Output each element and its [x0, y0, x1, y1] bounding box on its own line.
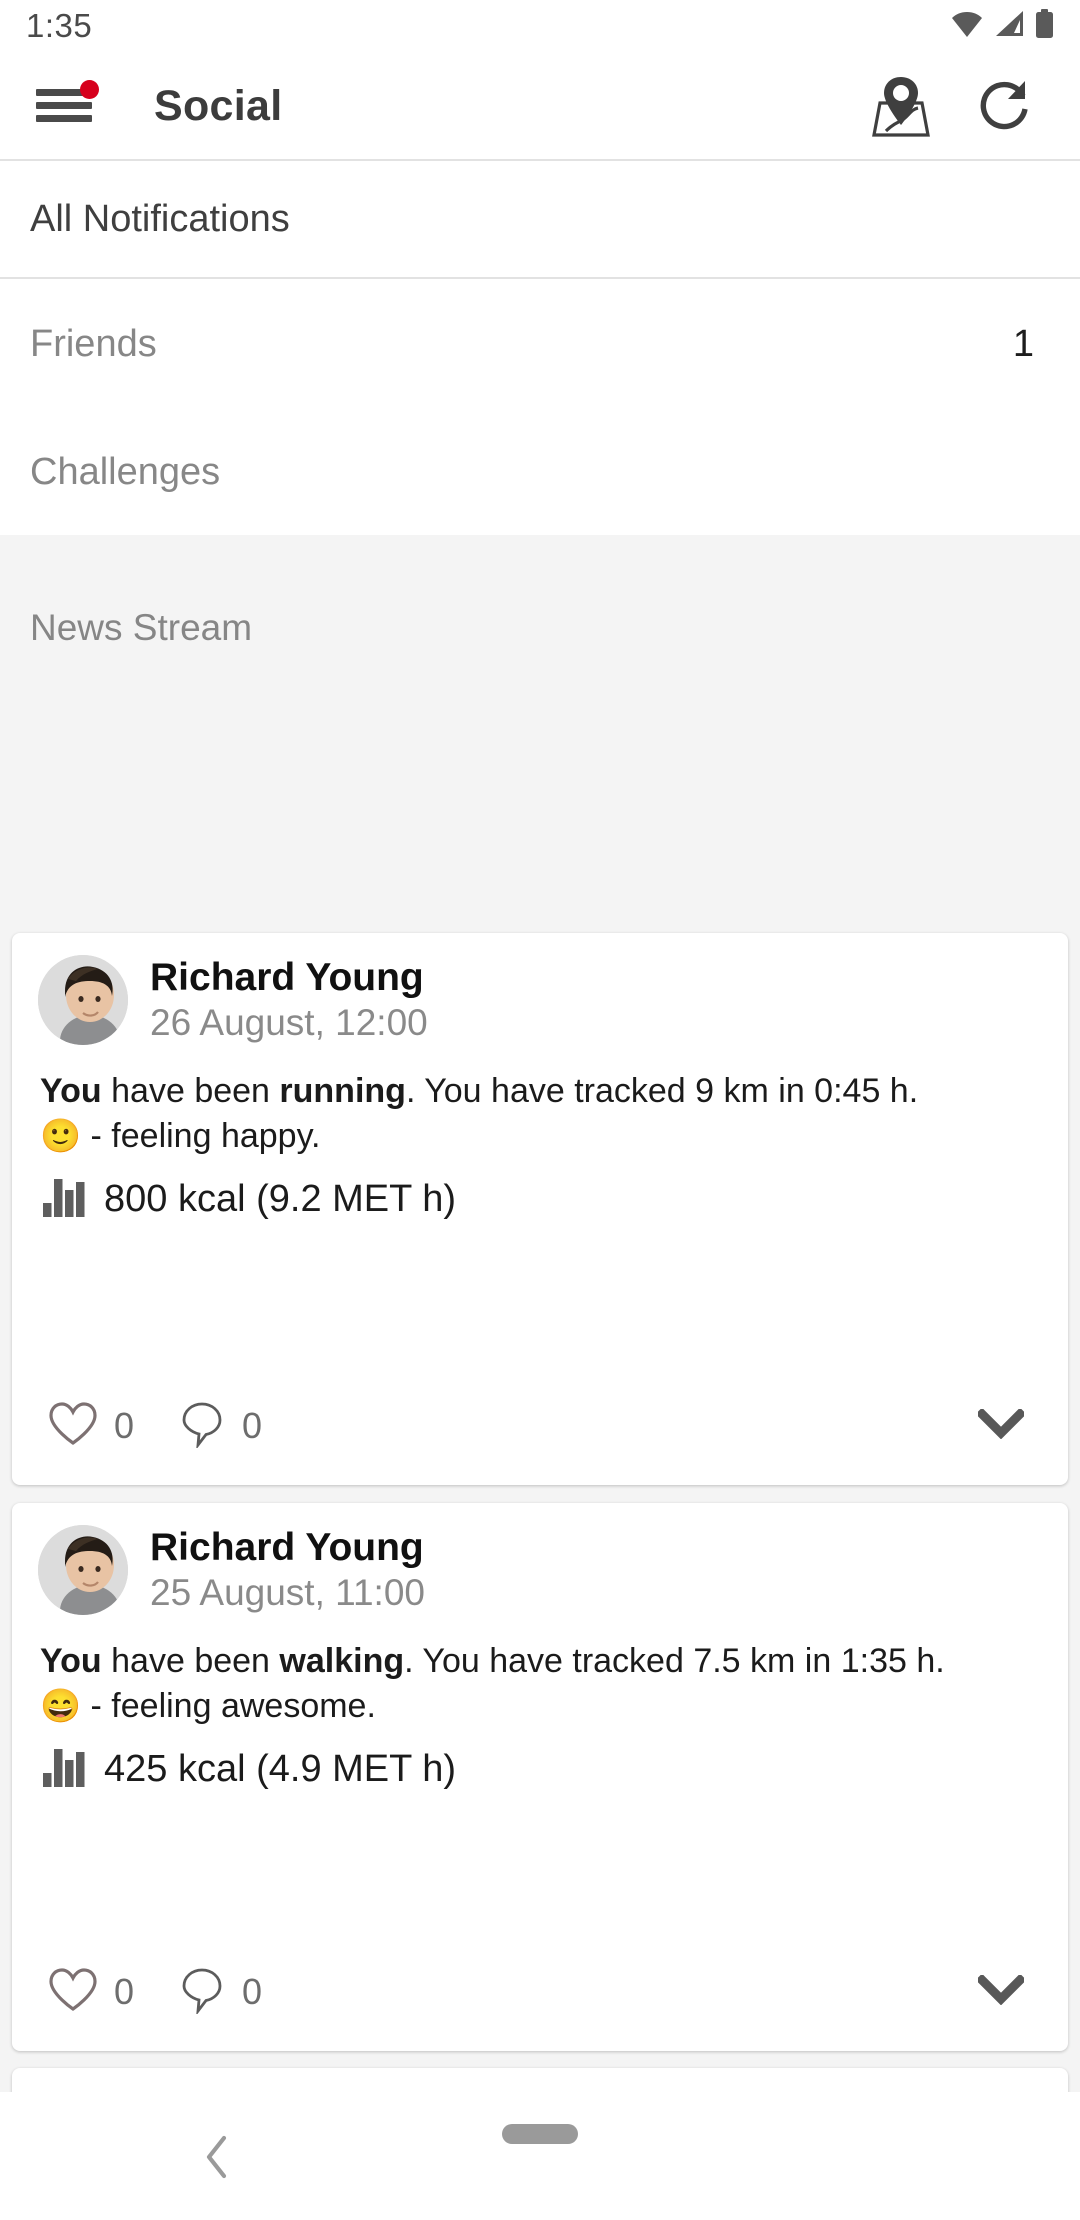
post-author-block: Richard Young 26 August, 12:00 [150, 956, 428, 1044]
feeling-emoji: 🙂 [40, 1117, 82, 1155]
wifi-icon [951, 11, 983, 42]
back-chevron-icon[interactable] [200, 2134, 234, 2185]
calories-row: 800 kcal (9.2 MET h) [12, 1159, 1068, 1222]
news-post-card[interactable]: Richard Young 25 August, 11:00 You have … [12, 1503, 1068, 2051]
chevron-down-icon [975, 1973, 1027, 2009]
bar-chart-icon [42, 1177, 86, 1222]
like-count: 0 [114, 1405, 135, 1446]
like-button[interactable]: 0 [48, 1967, 134, 2018]
post-text: You have been running. You have tracked … [12, 1045, 1068, 1159]
heart-icon [48, 1401, 98, 1452]
calories-text: 800 kcal (9.2 MET h) [104, 1178, 457, 1221]
friends-count: 1 [1012, 322, 1034, 365]
avatar[interactable] [38, 955, 128, 1045]
status-bar: 1:35 [0, 0, 1080, 52]
status-icons [951, 8, 1054, 44]
like-count: 0 [114, 1971, 135, 2012]
post-text-mid: have been [101, 1642, 280, 1680]
comment-button[interactable]: 0 [178, 1966, 262, 2019]
post-text: You have been walking. You have tracked … [12, 1615, 1068, 1729]
bar-chart-icon [42, 1747, 86, 1792]
post-actions: 0 0 [12, 1933, 1068, 2051]
home-pill-indicator[interactable] [502, 2124, 578, 2144]
friends-label: Friends [30, 322, 157, 365]
screen-root: 1:35 Social All Notifications Friends 1 … [0, 0, 1080, 2220]
post-author-block: Richard Young 25 August, 11:00 [150, 1526, 425, 1614]
post-author: Richard Young [150, 1525, 424, 1569]
post-timestamp: 26 August, 12:00 [150, 1001, 428, 1043]
all-notifications-label: All Notifications [30, 197, 290, 240]
expand-post-button[interactable] [975, 1407, 1038, 1444]
like-button[interactable]: 0 [48, 1401, 134, 1452]
status-time: 1:35 [26, 7, 93, 44]
comment-bubble-icon [178, 1400, 226, 1453]
calories-text: 425 kcal (4.9 MET h) [104, 1748, 457, 1791]
notification-badge-dot [80, 80, 99, 99]
challenges-label: Challenges [30, 450, 221, 493]
calories-row: 425 kcal (4.9 MET h) [12, 1729, 1068, 1792]
bottom-nav-bar [0, 2092, 1080, 2220]
hamburger-menu-icon[interactable] [36, 80, 99, 128]
comment-count: 0 [242, 1971, 263, 2012]
post-text-suffix: . You have tracked 9 km in 0:45 h. [405, 1072, 919, 1110]
post-header: Richard Young 25 August, 11:00 [12, 1503, 1068, 1615]
post-activity: walking [279, 1642, 405, 1680]
feeling-emoji: 😄 [40, 1687, 82, 1725]
sidebar-item-challenges[interactable]: Challenges [0, 409, 1080, 535]
refresh-icon[interactable] [978, 77, 1036, 135]
sidebar-item-all-notifications[interactable]: All Notifications [0, 161, 1080, 277]
post-text-suffix: . You have tracked 7.5 km in 1:35 h. [404, 1642, 945, 1680]
comment-button[interactable]: 0 [178, 1400, 262, 1453]
menu-bar-2 [36, 102, 92, 109]
app-bar-actions [866, 73, 1050, 139]
news-stream-section: News Stream Richard Young 26 August, 12:… [0, 535, 1080, 2188]
news-stream-title: News Stream [30, 607, 253, 648]
post-subject: You [40, 1072, 102, 1110]
comment-bubble-icon [178, 1966, 226, 2019]
post-activity: running [279, 1072, 406, 1110]
avatar[interactable] [38, 1525, 128, 1615]
heart-icon [48, 1967, 98, 2018]
post-author: Richard Young [150, 955, 424, 999]
post-feeling: - feeling awesome. [81, 1687, 376, 1726]
post-subject: You [40, 1642, 102, 1680]
page-title: Social [154, 81, 283, 130]
post-text-mid: have been [101, 1072, 280, 1110]
battery-icon [1035, 8, 1054, 44]
news-post-card[interactable]: Richard Young 26 August, 12:00 You have … [12, 933, 1068, 1485]
post-header: Richard Young 26 August, 12:00 [12, 933, 1068, 1045]
post-timestamp: 25 August, 11:00 [150, 1571, 425, 1613]
cellular-signal-icon [994, 10, 1024, 42]
post-feeling: - feeling happy. [81, 1117, 321, 1156]
sidebar-item-friends[interactable]: Friends 1 [0, 279, 1080, 409]
app-bar: Social [0, 52, 1080, 160]
comment-count: 0 [242, 1405, 263, 1446]
expand-post-button[interactable] [975, 1973, 1038, 2010]
post-actions: 0 0 [12, 1367, 1068, 1485]
menu-bar-3 [36, 115, 92, 122]
chevron-down-icon [975, 1407, 1027, 1443]
map-pin-icon[interactable] [866, 73, 936, 139]
